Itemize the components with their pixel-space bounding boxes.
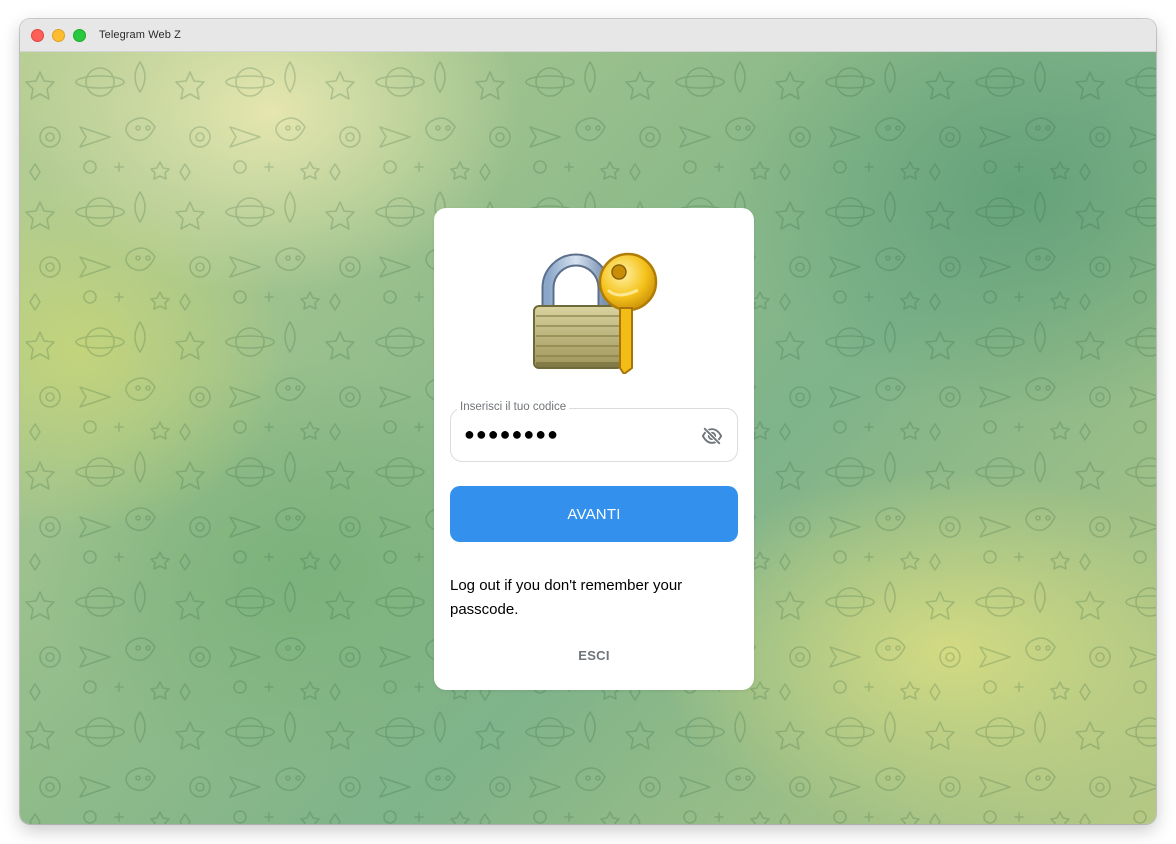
title-bar: Telegram Web Z bbox=[20, 19, 1156, 52]
close-window-button[interactable] bbox=[31, 28, 44, 42]
logout-button[interactable]: ESCI bbox=[434, 648, 754, 663]
minimize-window-button[interactable] bbox=[52, 28, 65, 42]
chat-background: Inserisci il tuo codice ●●●●●●●● AVANTI … bbox=[20, 52, 1156, 824]
logout-help-text: Log out if you don't remember your passc… bbox=[450, 577, 683, 618]
maximize-window-button[interactable] bbox=[73, 28, 86, 42]
passcode-field-label: Inserisci il tuo codice bbox=[457, 401, 570, 413]
lock-with-key-icon bbox=[533, 252, 658, 374]
window-title: Telegram Web Z bbox=[99, 29, 181, 41]
eye-off-icon[interactable] bbox=[701, 425, 723, 447]
passcode-input[interactable]: ●●●●●●●● bbox=[464, 424, 559, 445]
next-button[interactable]: AVANTI bbox=[450, 486, 738, 542]
passcode-card: Inserisci il tuo codice ●●●●●●●● AVANTI … bbox=[434, 208, 754, 690]
window-controls bbox=[31, 28, 86, 42]
passcode-field[interactable]: Inserisci il tuo codice ●●●●●●●● bbox=[450, 401, 738, 462]
app-window: Telegram Web Z Inserisci il tuo codice ●… bbox=[20, 19, 1156, 824]
